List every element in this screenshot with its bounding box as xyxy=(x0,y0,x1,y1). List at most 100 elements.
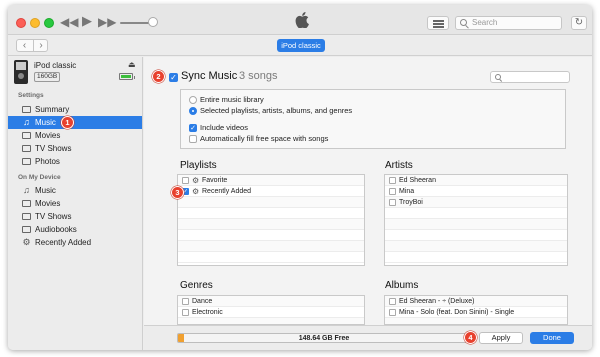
sidebar-item-summary[interactable]: Summary xyxy=(8,103,142,116)
sidebar-item-recently-added[interactable]: ⚙ Recently Added xyxy=(8,236,142,249)
list-item[interactable]: TroyBoi xyxy=(385,197,567,208)
close-window-button[interactable] xyxy=(16,18,26,28)
back-arrow-icon[interactable]: ‹ xyxy=(17,40,32,51)
search-icon xyxy=(460,19,467,26)
list-row-empty xyxy=(385,241,567,252)
sidebar-item-label: TV Shows xyxy=(35,212,72,221)
genre-checkbox[interactable] xyxy=(182,308,189,316)
movies-icon xyxy=(22,200,31,207)
step-badge-1: 1 xyxy=(61,116,74,129)
option-autofill[interactable]: Automatically fill free space with songs xyxy=(189,134,328,144)
include-videos-checkbox[interactable]: ✓ xyxy=(189,124,197,132)
list-row-empty xyxy=(385,230,567,241)
option-label: Automatically fill free space with songs xyxy=(200,134,329,143)
sidebar-item-device-tv-shows[interactable]: TV Shows xyxy=(8,210,142,223)
done-button[interactable]: Done xyxy=(530,332,574,344)
itunes-window: ◀◀ ▶ ▶▶ Search ↻ ‹ › iPod classic iPod c… xyxy=(8,5,592,350)
playlists-title: Playlists xyxy=(180,160,217,171)
radio-entire-library[interactable] xyxy=(189,96,197,104)
option-include-videos[interactable]: ✓ Include videos xyxy=(189,123,248,133)
fast-forward-icon[interactable]: ▶▶ xyxy=(98,16,116,28)
volume-knob[interactable] xyxy=(148,17,158,27)
refresh-button[interactable]: ↻ xyxy=(571,16,587,30)
search-input[interactable]: Search xyxy=(455,16,562,30)
sync-music-checkbox[interactable]: ✓ xyxy=(169,73,178,82)
sidebar-item-label: Movies xyxy=(35,199,61,208)
option-selected-items[interactable]: Selected playlists, artists, albums, and… xyxy=(189,106,352,116)
list-item[interactable]: ⚙ Favorite xyxy=(178,175,364,186)
camera-icon xyxy=(22,158,31,165)
list-row-empty xyxy=(385,208,567,219)
eject-icon[interactable]: ⏏ xyxy=(128,60,136,69)
minimize-window-button[interactable] xyxy=(30,18,40,28)
list-item[interactable]: Dance xyxy=(178,296,364,307)
storage-bar: 148.64 GB Free xyxy=(177,333,471,343)
list-item[interactable]: Mina - Solo (feat. Don Sinini) - Single xyxy=(385,307,567,318)
artists-list: Ed Sheeran Mina TroyBoi xyxy=(384,174,568,266)
step-badge-3: 3 xyxy=(171,186,184,199)
sidebar-item-photos[interactable]: Photos xyxy=(8,155,142,168)
list-item[interactable]: Electronic xyxy=(178,307,364,318)
sidebar: iPod classic ⏏ 160GB Settings Summary ♫ … xyxy=(8,57,143,350)
option-label: Entire music library xyxy=(200,95,264,104)
list-row-empty xyxy=(178,241,364,252)
playlist-checkbox[interactable] xyxy=(182,176,189,184)
sidebar-item-label: TV Shows xyxy=(35,144,72,153)
sidebar-item-device-movies[interactable]: Movies xyxy=(8,197,142,210)
list-item[interactable]: Ed Sheeran - ÷ (Deluxe) xyxy=(385,296,567,307)
option-label: Include videos xyxy=(200,123,248,132)
list-item[interactable]: Ed Sheeran xyxy=(385,175,567,186)
zoom-window-button[interactable] xyxy=(44,18,54,28)
device-name: iPod classic xyxy=(34,61,77,70)
artist-checkbox[interactable] xyxy=(389,198,396,206)
step-badge-4: 4 xyxy=(464,331,477,344)
genre-checkbox[interactable] xyxy=(182,297,189,305)
list-item-label: TroyBoi xyxy=(399,199,423,206)
sidebar-item-label: Movies xyxy=(35,131,61,140)
device-button[interactable]: iPod classic xyxy=(277,39,325,52)
artists-title: Artists xyxy=(385,160,413,171)
genres-list: Dance Electronic xyxy=(177,295,365,325)
play-icon[interactable]: ▶ xyxy=(82,14,92,27)
gear-icon: ⚙ xyxy=(192,187,200,196)
sidebar-item-label: Recently Added xyxy=(35,238,92,247)
sidebar-item-music[interactable]: ♫ Music xyxy=(8,116,142,129)
sidebar-item-device-music[interactable]: ♫ Music xyxy=(8,184,142,197)
tv-icon xyxy=(22,213,31,220)
radio-selected-items[interactable] xyxy=(189,107,197,115)
list-row-empty xyxy=(178,219,364,230)
albums-list: Ed Sheeran - ÷ (Deluxe) Mina - Solo (fea… xyxy=(384,295,568,325)
sidebar-item-movies[interactable]: Movies xyxy=(8,129,142,142)
sidebar-item-audiobooks[interactable]: Audiobooks xyxy=(8,223,142,236)
audiobook-icon xyxy=(22,226,31,233)
sidebar-item-tv-shows[interactable]: TV Shows xyxy=(8,142,142,155)
album-checkbox[interactable] xyxy=(389,297,396,305)
sync-options-box: Entire music library Selected playlists,… xyxy=(180,89,566,149)
albums-title: Albums xyxy=(385,280,419,291)
settings-header: Settings xyxy=(18,92,44,99)
rewind-icon[interactable]: ◀◀ xyxy=(60,16,78,28)
forward-arrow-icon[interactable]: › xyxy=(33,40,48,51)
sync-music-title: Sync Music xyxy=(181,70,238,82)
option-entire-library[interactable]: Entire music library xyxy=(189,95,264,105)
artist-checkbox[interactable] xyxy=(389,176,396,184)
battery-icon xyxy=(119,73,135,80)
list-item-label: Mina xyxy=(399,188,415,195)
list-item-label: Ed Sheeran xyxy=(399,177,436,184)
album-checkbox[interactable] xyxy=(389,308,396,316)
list-item[interactable]: ✓ ⚙ Recently Added xyxy=(178,186,364,197)
artist-checkbox[interactable] xyxy=(389,187,396,195)
tv-icon xyxy=(22,145,31,152)
list-row-empty xyxy=(178,230,364,241)
apply-button[interactable]: Apply xyxy=(479,332,523,344)
list-item[interactable]: Mina xyxy=(385,186,567,197)
option-label: Selected playlists, artists, albums, and… xyxy=(200,106,353,115)
ipod-icon xyxy=(14,60,28,84)
content-search-input[interactable] xyxy=(490,71,570,83)
gear-icon: ⚙ xyxy=(192,176,200,185)
volume-slider[interactable] xyxy=(120,22,150,24)
autofill-checkbox[interactable] xyxy=(189,135,197,143)
list-view-button[interactable] xyxy=(427,16,449,30)
list-row-empty xyxy=(385,219,567,230)
playlists-list: ⚙ Favorite ✓ ⚙ Recently Added xyxy=(177,174,365,266)
